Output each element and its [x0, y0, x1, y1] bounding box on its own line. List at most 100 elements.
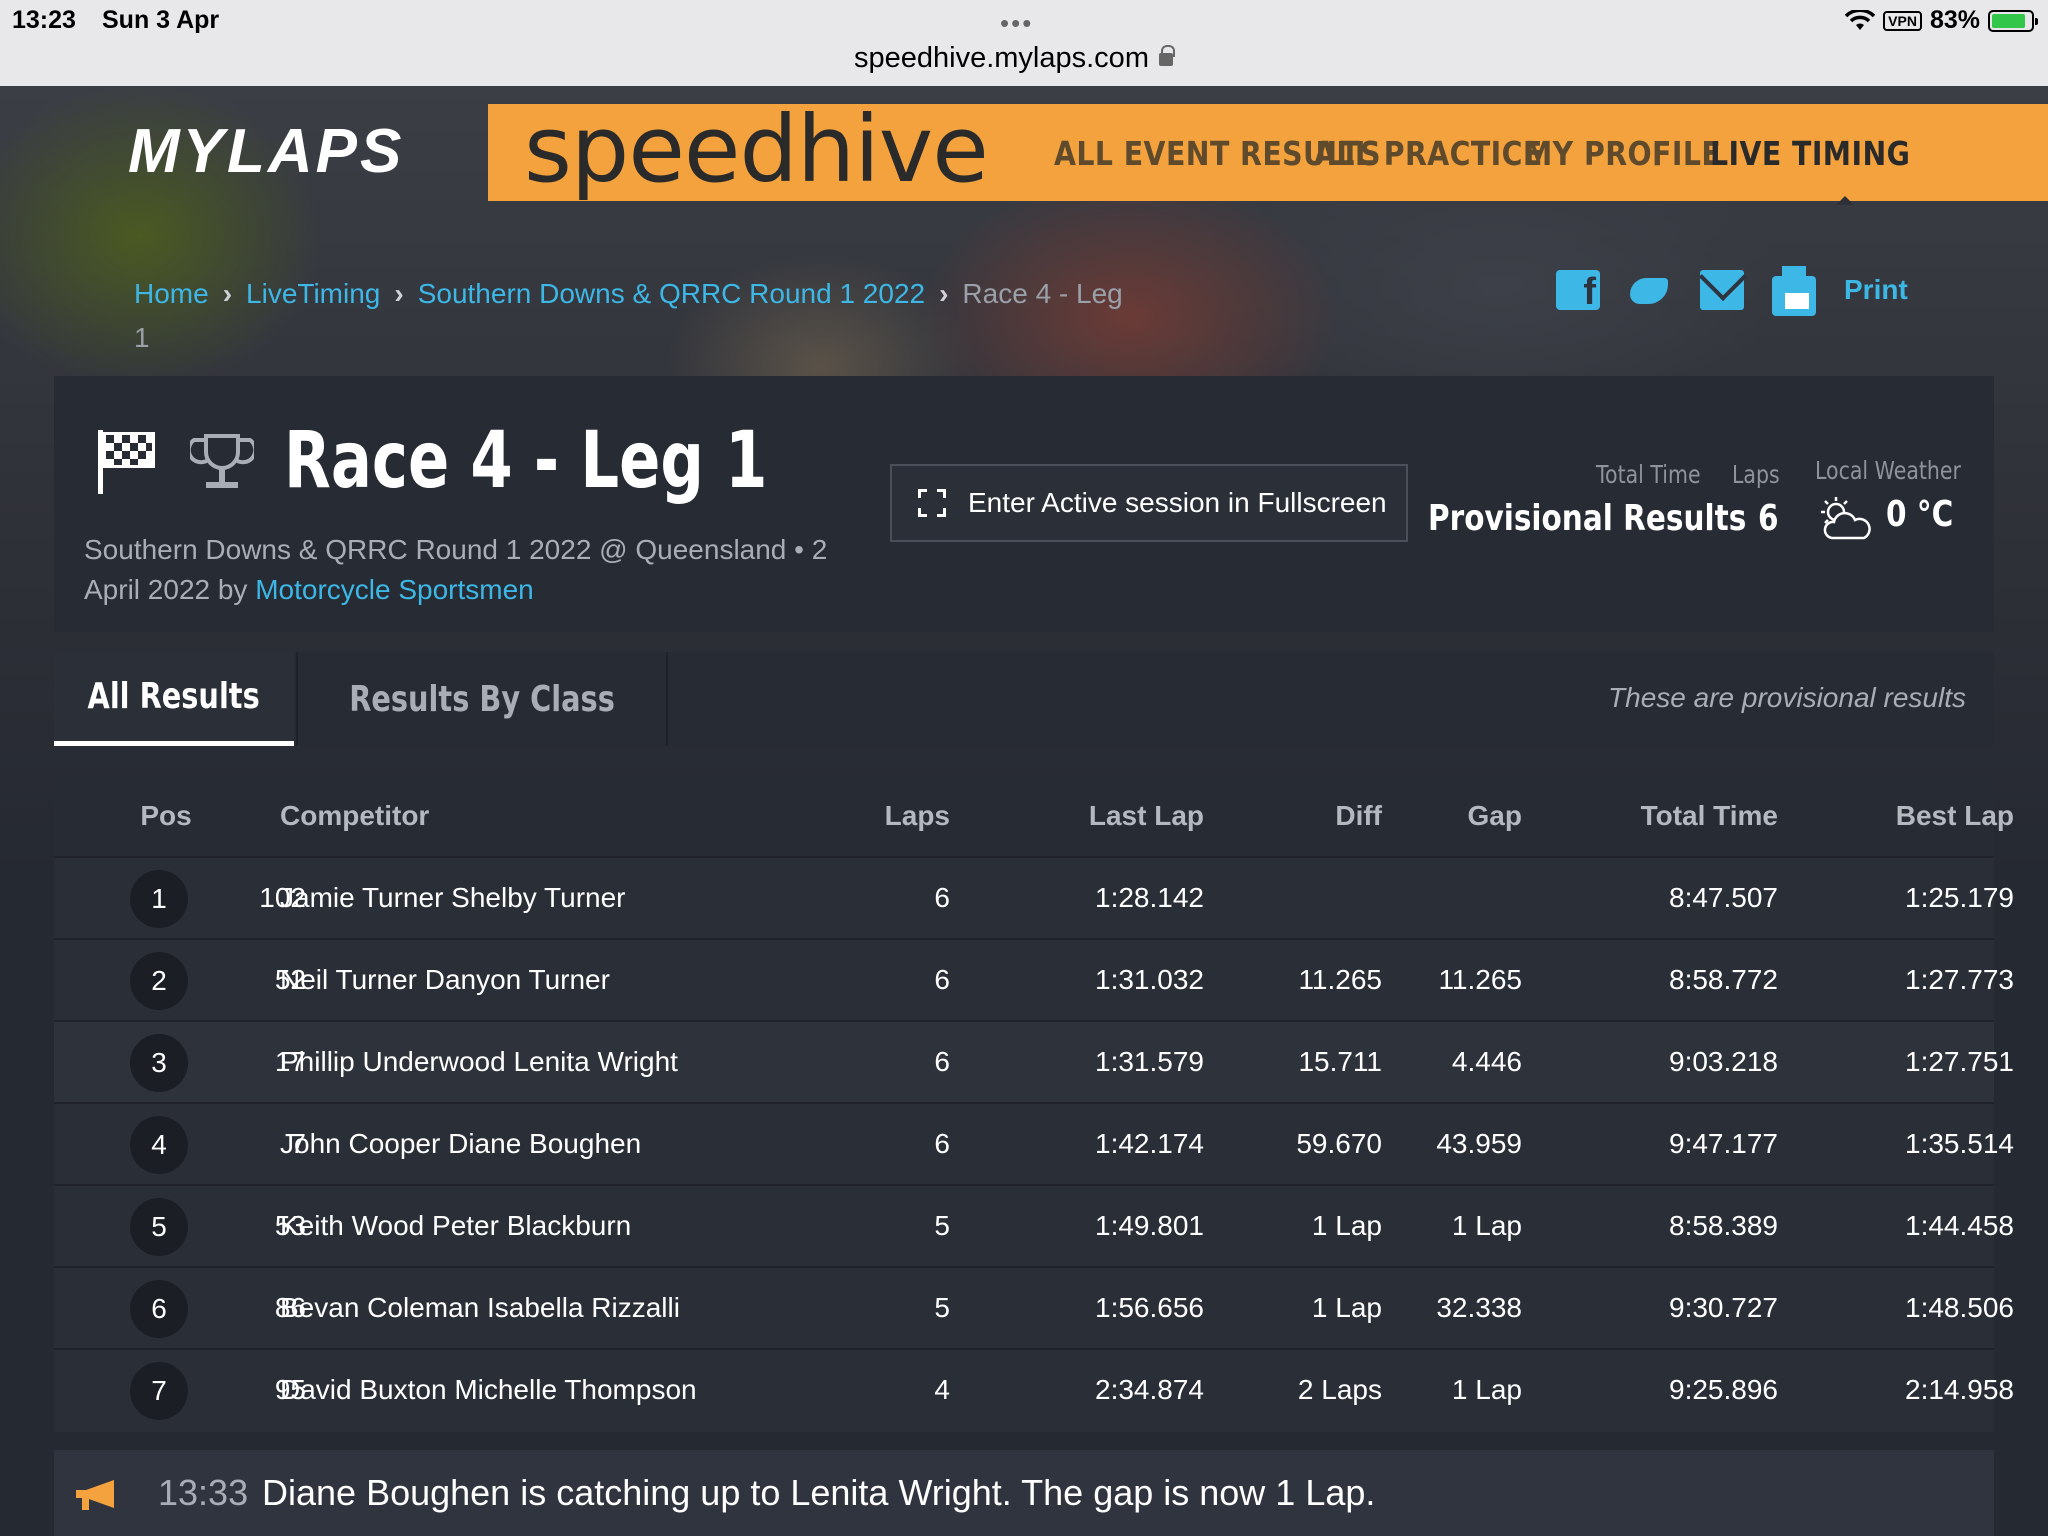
col-laps[interactable]: Laps [814, 776, 950, 856]
total-time: 8:58.389 [1669, 1210, 1778, 1241]
status-icons: VPN 83% [1845, 6, 2038, 35]
laps: 6 [934, 964, 950, 995]
announcement-bar: 13:33 Diane Boughen is catching up to Le… [54, 1450, 1994, 1536]
total-time-value: Provisional Results [1428, 498, 1747, 539]
vpn-badge: VPN [1883, 10, 1922, 31]
best-lap: 1:44.458 [1905, 1210, 2014, 1241]
col-competitor[interactable]: Competitor [280, 776, 840, 856]
wifi-icon [1845, 9, 1876, 30]
gap: 4.446 [1451, 1046, 1522, 1077]
gap: 43.959 [1436, 1128, 1522, 1159]
diff: 1 Lap [1311, 1210, 1382, 1241]
table-row[interactable]: 2 52 Neil Turner Danyon Turner 6 1:31.03… [54, 940, 2014, 1022]
best-lap: 2:14.958 [1905, 1374, 2014, 1405]
mylaps-logo[interactable]: MYLAPS [128, 116, 404, 187]
laps-value: 6 [1758, 498, 1779, 539]
last-lap: 1:31.579 [1095, 1046, 1204, 1077]
last-lap: 2:34.874 [1095, 1374, 1204, 1405]
printer-icon[interactable] [1772, 266, 1816, 316]
gap: 1 Lap [1451, 1374, 1522, 1405]
position-badge: 7 [130, 1362, 188, 1420]
nav-all-practice[interactable]: ALL PRACTICE [1314, 134, 1542, 173]
print-link[interactable]: Print [1844, 274, 1908, 306]
position-badge: 6 [130, 1280, 188, 1338]
twitter-icon[interactable] [1628, 270, 1672, 310]
competitor-name[interactable]: Neil Turner Danyon Turner [280, 940, 840, 1020]
competitor-name[interactable]: Keith Wood Peter Blackburn [280, 1186, 840, 1266]
position-badge: 5 [130, 1198, 188, 1256]
breadcrumb-livetiming[interactable]: LiveTiming [246, 278, 380, 309]
browser-status-bar: 13:23 Sun 3 Apr ••• speedhive.mylaps.com… [0, 0, 2048, 86]
nav-my-profile[interactable]: MY PROFILE [1524, 134, 1721, 173]
diff: 15.711 [1298, 1046, 1382, 1077]
chevron-right-icon: › [394, 278, 404, 309]
last-lap: 1:42.174 [1095, 1128, 1204, 1159]
results-tabs: All Results Results By Class These are p… [54, 652, 1994, 746]
table-row[interactable]: 3 17 Phillip Underwood Lenita Wright 6 1… [54, 1022, 2014, 1104]
main-nav: ALL EVENT RESULTS ALL PRACTICE MY PROFIL… [1054, 134, 1910, 173]
competitor-name[interactable]: Phillip Underwood Lenita Wright [280, 1022, 840, 1102]
total-time-label: Total Time [1596, 460, 1701, 489]
announcement-text: Diane Boughen is catching up to Lenita W… [262, 1472, 1376, 1513]
competitor-name[interactable]: Jamie Turner Shelby Turner [280, 858, 840, 938]
diff: 11.265 [1298, 964, 1382, 995]
tab-results-by-class-label: Results By Class [349, 678, 615, 720]
gap: 32.338 [1436, 1292, 1522, 1323]
diff: 1 Lap [1311, 1292, 1382, 1323]
nav-all-event-results[interactable]: ALL EVENT RESULTS [1054, 134, 1381, 173]
fullscreen-label: Enter Active session in Fullscreen [968, 487, 1387, 518]
diff: 59.670 [1296, 1128, 1382, 1159]
megaphone-icon [76, 1480, 114, 1510]
table-row[interactable]: 4 7 John Cooper Diane Boughen 6 1:42.174… [54, 1104, 2014, 1186]
more-dots-icon[interactable]: ••• [1000, 8, 1033, 39]
competitor-name[interactable]: John Cooper Diane Boughen [280, 1104, 840, 1184]
address-bar[interactable]: speedhive.mylaps.com [854, 42, 1175, 75]
total-time: 8:58.772 [1669, 964, 1778, 995]
competitor-name[interactable]: David Buxton Michelle Thompson [280, 1350, 840, 1430]
last-lap: 1:56.656 [1095, 1292, 1204, 1323]
weather-label: Local Weather [1815, 456, 1961, 485]
laps: 5 [934, 1292, 950, 1323]
best-lap: 1:35.514 [1905, 1128, 2014, 1159]
partly-cloudy-icon [1821, 497, 1871, 540]
table-row[interactable]: 5 53 Keith Wood Peter Blackburn 5 1:49.8… [54, 1186, 2014, 1268]
col-pos[interactable]: Pos [130, 776, 202, 856]
active-nav-caret [1836, 196, 1854, 205]
laps-label: Laps [1732, 460, 1780, 489]
chevron-right-icon: › [222, 278, 233, 309]
col-total-time[interactable]: Total Time [1554, 776, 1778, 856]
best-lap: 1:48.506 [1905, 1292, 2014, 1323]
position-badge: 3 [130, 1034, 188, 1092]
announcement-time: 13:33 [158, 1472, 249, 1513]
organizer-link[interactable]: Motorcycle Sportsmen [255, 574, 534, 605]
col-gap[interactable]: Gap [1394, 776, 1522, 856]
fullscreen-button[interactable]: Enter Active session in Fullscreen [890, 464, 1408, 542]
battery-percent: 83% [1929, 6, 1980, 34]
position-badge: 2 [130, 952, 188, 1010]
col-best-lap[interactable]: Best Lap [1794, 776, 2014, 856]
tab-all-results-label: All Results [87, 676, 261, 717]
expand-icon [918, 489, 946, 517]
laps: 6 [934, 1046, 950, 1077]
col-last-lap[interactable]: Last Lap [1014, 776, 1204, 856]
table-row[interactable]: 1 102 Jamie Turner Shelby Turner 6 1:28.… [54, 858, 2014, 940]
best-lap: 1:27.751 [1905, 1046, 2014, 1077]
competitor-name[interactable]: Bevan Coleman Isabella Rizzalli [280, 1268, 840, 1348]
lock-icon [1158, 45, 1175, 66]
total-time: 9:47.177 [1669, 1128, 1778, 1159]
table-row[interactable]: 7 95 David Buxton Michelle Thompson 4 2:… [54, 1350, 2014, 1432]
mail-icon[interactable] [1700, 270, 1744, 310]
nav-live-timing[interactable]: LIVE TIMING [1710, 134, 1910, 173]
gap: 11.265 [1438, 964, 1522, 995]
checkered-flag-icon [98, 430, 155, 494]
session-title: Race 4 - Leg 1 [284, 416, 768, 506]
tab-results-by-class[interactable]: Results By Class [296, 652, 668, 746]
breadcrumb-event[interactable]: Southern Downs & QRRC Round 1 2022 [418, 278, 925, 309]
table-row[interactable]: 6 86 Bevan Coleman Isabella Rizzalli 5 1… [54, 1268, 2014, 1350]
date: Sun 3 Apr [102, 6, 220, 34]
tab-all-results[interactable]: All Results [54, 652, 294, 746]
breadcrumb-home[interactable]: Home [134, 278, 209, 309]
facebook-icon[interactable] [1556, 270, 1600, 314]
speedhive-logo[interactable]: speedhive [524, 96, 989, 203]
col-diff[interactable]: Diff [1224, 776, 1382, 856]
